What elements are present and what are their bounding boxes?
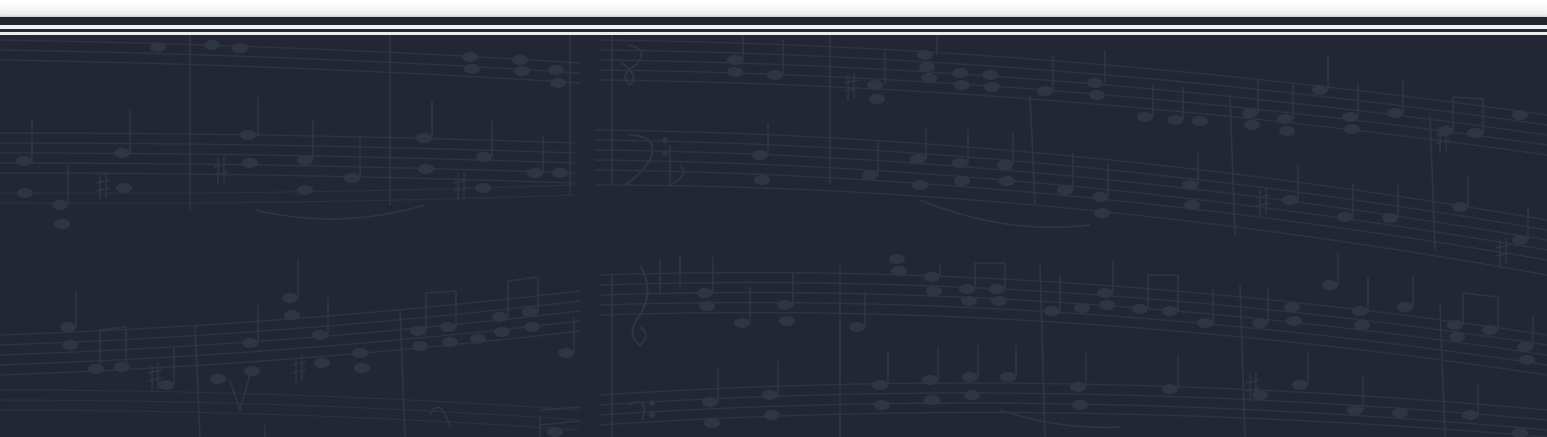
header-rule-thick (0, 17, 1547, 25)
sheet-music-pattern-icon: .st { stroke: #2e3441; stroke-width: 1.4… (0, 35, 1547, 437)
staff-lower-left (0, 260, 581, 437)
staff-upper-right (594, 35, 1547, 276)
staff-lower-right (599, 253, 1547, 437)
page: .st { stroke: #2e3441; stroke-width: 1.4… (0, 0, 1547, 437)
top-white-band (0, 0, 1547, 17)
hero-background: .st { stroke: #2e3441; stroke-width: 1.4… (0, 35, 1547, 437)
staff-upper-left (0, 35, 581, 229)
accidentals (95, 73, 1511, 401)
